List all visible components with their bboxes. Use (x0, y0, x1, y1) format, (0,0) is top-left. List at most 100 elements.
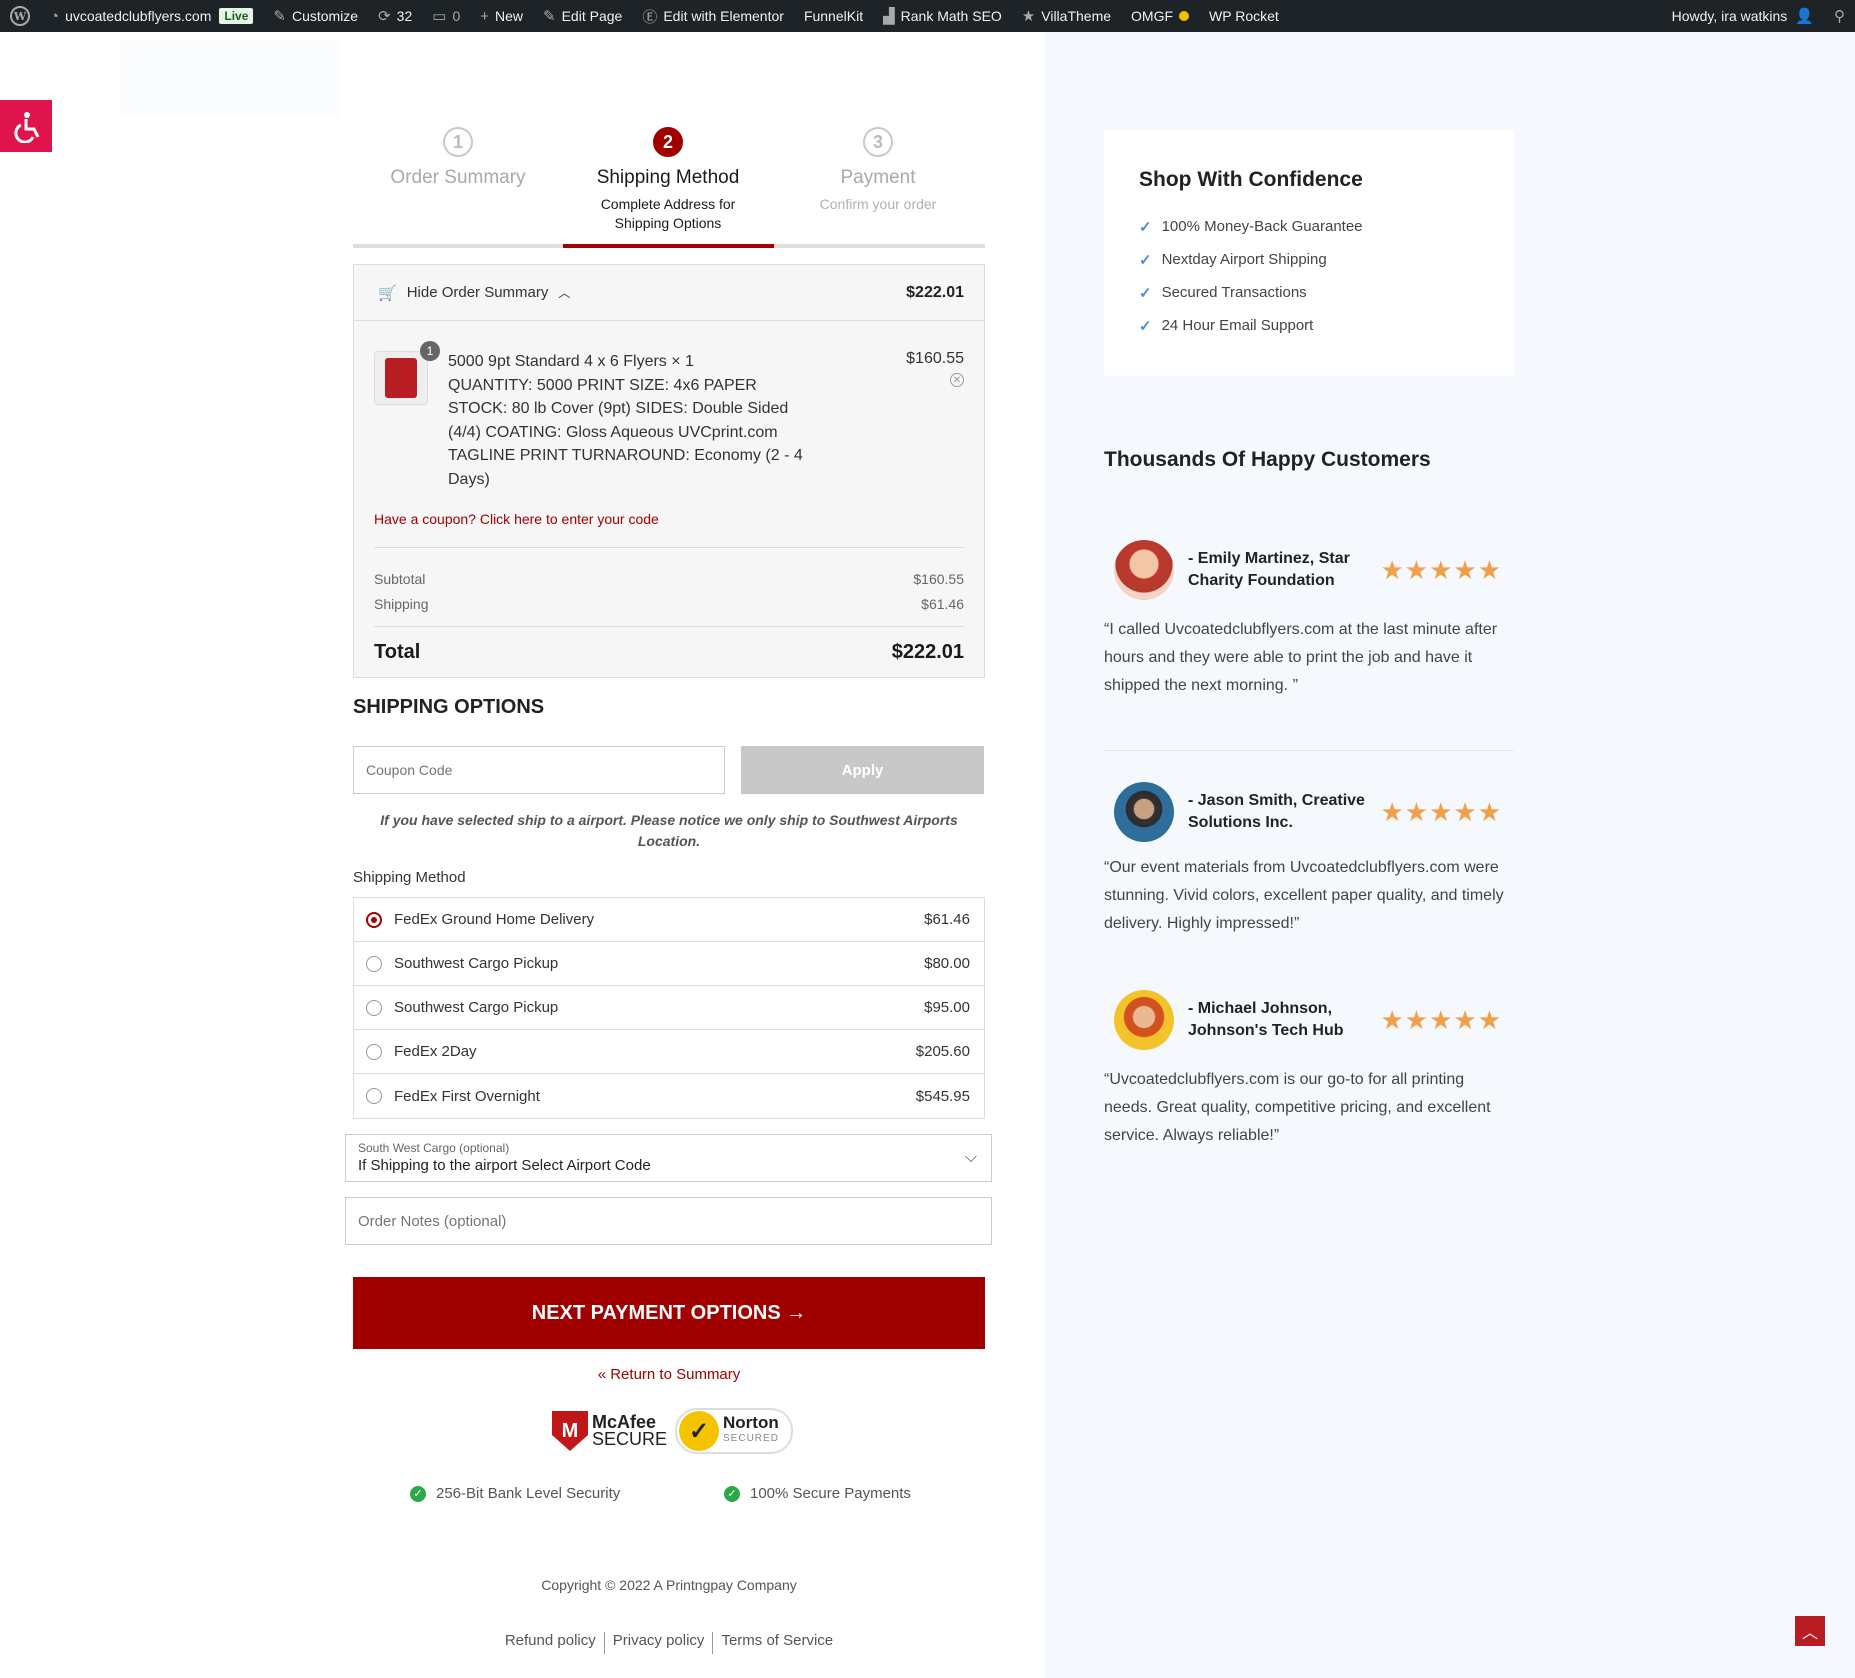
elementor-icon: Ⓔ (642, 8, 658, 26)
chevron-up-icon: ︿ (1801, 1625, 1818, 1642)
funnelkit-menu[interactable]: FunnelKit (794, 0, 873, 32)
confidence-item-label: 100% Money-Back Guarantee (1161, 218, 1363, 235)
comment-icon: ▭ (432, 8, 447, 25)
search-icon: ⚲ (1834, 8, 1845, 25)
pencil-icon: ✎ (543, 8, 556, 25)
subtotal-label: Subtotal (374, 571, 426, 587)
scroll-to-top-button[interactable]: ︿ (1795, 1616, 1825, 1646)
edit-page-label: Edit Page (561, 8, 623, 24)
wp-admin-bar: W ◔ uvcoatedclubflyers.com Live ✎ Customize… (0, 0, 1855, 32)
search-menu[interactable]: ⚲ (1824, 0, 1855, 32)
step-number: 2 (653, 127, 683, 157)
site-name-menu[interactable]: ◔ uvcoatedclubflyers.com Live (40, 0, 263, 32)
southwest-cargo-label: South West Cargo (optional) (358, 1141, 510, 1155)
remove-item-icon[interactable]: ✕ (950, 373, 964, 387)
shipping-option-name: FedEx Ground Home Delivery (394, 911, 595, 928)
account-menu[interactable]: Howdy, ira watkins 👤 (1662, 0, 1824, 32)
footer-links: Refund policy Privacy policy Terms of Se… (353, 1632, 985, 1654)
wprocket-menu[interactable]: WP Rocket (1199, 0, 1289, 32)
confidence-item: ✓ 100% Money-Back Guarantee (1139, 210, 1479, 243)
status-dot-icon (1179, 11, 1190, 21)
wprocket-label: WP Rocket (1209, 8, 1279, 24)
shipping-label: Shipping (374, 596, 429, 612)
next-payment-button[interactable]: NEXT PAYMENT OPTIONS → (353, 1277, 985, 1349)
shipping-option-price: $205.60 (915, 1043, 970, 1060)
villatheme-menu[interactable]: ★ VillaTheme (1012, 0, 1121, 32)
order-summary-toggle[interactable]: 🛒 Hide Order Summary ︿ $222.01 (354, 265, 984, 321)
subtotal-value: $160.55 (913, 571, 964, 587)
testimonial-author: - Jason Smith, Creative Solutions Inc. (1188, 792, 1365, 831)
step-title: Order Summary (390, 167, 526, 188)
updates-count: 32 (396, 8, 413, 24)
step-progress-bar (353, 244, 985, 248)
product-details: QUANTITY: 5000 PRINT SIZE: 4x6 PAPER STO… (448, 376, 803, 488)
shipping-option-fedex-overnight[interactable]: FedEx First Overnight $545.95 (354, 1074, 984, 1118)
customize-menu[interactable]: ✎ Customize (263, 0, 368, 32)
confidence-item: ✓ Nextday Airport Shipping (1139, 243, 1479, 276)
testimonial-author: - Michael Johnson, Johnson's Tech Hub (1188, 1000, 1344, 1039)
radio-button[interactable] (366, 999, 382, 1016)
new-content-menu[interactable]: + New (470, 0, 533, 32)
norton-check-icon: ✓ (679, 1411, 720, 1451)
star-rating: ★★★★★ (1380, 554, 1502, 585)
omgf-menu[interactable]: OMGF (1121, 0, 1199, 32)
radio-button-selected[interactable] (366, 911, 382, 928)
order-notes-field[interactable] (345, 1197, 992, 1245)
shipping-option-fedex-2day[interactable]: FedEx 2Day $205.60 (354, 1030, 984, 1074)
step-payment[interactable]: 3 Payment Confirm your order (773, 127, 983, 214)
brush-icon: ✎ (273, 8, 286, 25)
shipping-option-name: Southwest Cargo Pickup (394, 955, 559, 972)
step-progress-active (563, 244, 774, 248)
testimonial: - Michael Johnson, Johnson's Tech Hub ★★… (1104, 990, 1514, 1150)
security-item-payments: ✓ 100% Secure Payments (724, 1485, 911, 1502)
coupon-code-input[interactable] (353, 746, 725, 794)
shipping-option-price: $95.00 (924, 999, 970, 1016)
edit-page-menu[interactable]: ✎ Edit Page (533, 0, 632, 32)
southwest-cargo-value: If Shipping to the airport Select Airpor… (358, 1157, 651, 1174)
comments-menu[interactable]: ▭ 0 (422, 0, 470, 32)
radio-button[interactable] (366, 1088, 382, 1104)
avatar (1114, 540, 1174, 600)
order-summary-header-total: $222.01 (906, 283, 964, 301)
radio-button[interactable] (366, 955, 382, 972)
testimonial: - Jason Smith, Creative Solutions Inc. ★… (1104, 782, 1514, 938)
updates-menu[interactable]: ⟳ 32 (368, 0, 422, 32)
divider (374, 547, 964, 548)
southwest-cargo-select[interactable]: South West Cargo (optional) If Shipping … (345, 1134, 992, 1182)
privacy-policy-link[interactable]: Privacy policy (605, 1632, 713, 1654)
security-item-label: 256-Bit Bank Level Security (436, 1485, 621, 1502)
total-label: Total (374, 641, 421, 663)
refund-policy-link[interactable]: Refund policy (497, 1632, 604, 1654)
edit-elementor-menu[interactable]: Ⓔ Edit with Elementor (632, 0, 794, 32)
shipping-option-name: FedEx 2Day (394, 1043, 477, 1060)
shop-with-confidence-box: Shop With Confidence ✓ 100% Money-Back Gu… (1104, 130, 1514, 376)
apply-coupon-button[interactable]: Apply (741, 746, 984, 794)
coupon-link[interactable]: Have a coupon? Click here to enter your … (374, 511, 659, 527)
step-number: 1 (443, 127, 473, 157)
step-shipping-method[interactable]: 2 Shipping Method Complete Address for S… (563, 127, 773, 233)
copyright: Copyright © 2022 A Printngpay Company (541, 1577, 797, 1593)
norton-line1: Norton (723, 1413, 779, 1432)
site-logo[interactable] (120, 40, 340, 116)
comments-count: 0 (452, 8, 461, 24)
new-label: New (495, 8, 524, 24)
rankmath-menu[interactable]: ▟ Rank Math SEO (873, 0, 1012, 32)
return-to-summary-link[interactable]: « Return to Summary (353, 1366, 985, 1383)
shipping-row: Shipping $61.46 (374, 596, 964, 612)
flyer-image (385, 358, 417, 398)
chevron-up-icon: ︿ (558, 286, 571, 300)
step-order-summary[interactable]: 1 Order Summary (353, 127, 563, 189)
shipping-option-southwest-80[interactable]: Southwest Cargo Pickup $80.00 (354, 942, 984, 986)
terms-of-service-link[interactable]: Terms of Service (713, 1632, 841, 1654)
green-check-icon: ✓ (410, 1485, 426, 1502)
radio-button[interactable] (366, 1043, 382, 1060)
shipping-option-name: FedEx First Overnight (394, 1087, 540, 1105)
wp-logo-menu[interactable]: W (0, 0, 40, 32)
accessibility-toggle[interactable] (0, 100, 52, 152)
check-icon: ✓ (1139, 284, 1152, 302)
shipping-option-southwest-95[interactable]: Southwest Cargo Pickup $95.00 (354, 986, 984, 1030)
step-number: 3 (863, 127, 893, 157)
shipping-option-fedex-ground[interactable]: FedEx Ground Home Delivery $61.46 (354, 898, 984, 942)
step-title: Shipping Method (596, 167, 740, 188)
check-icon: ✓ (1139, 218, 1152, 236)
